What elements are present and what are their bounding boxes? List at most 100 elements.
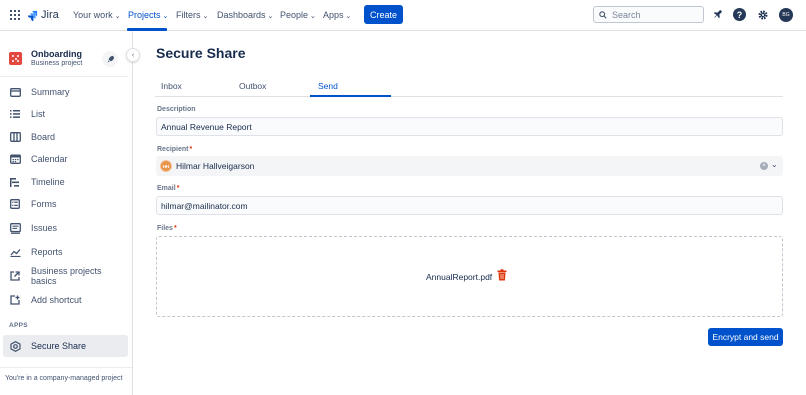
required-marker: * <box>173 225 177 232</box>
search-placeholder: Search <box>612 9 641 20</box>
sidebar-item-issues[interactable]: Issues <box>0 217 128 239</box>
collapse-sidebar-button[interactable]: ‹ <box>126 48 140 62</box>
sidebar-item-forms[interactable]: Forms <box>0 193 128 215</box>
chevron-down-icon: ⌄ <box>114 13 121 20</box>
email-label: Email* <box>157 185 179 192</box>
sidebar-item-add-shortcut[interactable]: Add shortcut <box>0 289 128 311</box>
nav-your-work[interactable]: Your work ⌄ <box>73 10 121 20</box>
forms-icon <box>9 198 21 210</box>
app-switcher-icon[interactable] <box>10 10 20 20</box>
nav-apps-label: Apps <box>323 10 344 20</box>
project-name[interactable]: Onboarding <box>31 49 82 59</box>
description-label-text: Description <box>157 106 196 113</box>
sidebar-item-business-projects-basics[interactable]: Business projects basics <box>0 265 128 287</box>
search-input[interactable]: Search <box>593 6 704 23</box>
sidebar-item-label: Forms <box>31 199 57 209</box>
active-tab-indicator <box>310 95 391 97</box>
required-marker: * <box>189 146 193 153</box>
files-label: Files* <box>157 225 177 232</box>
board-icon <box>9 131 21 143</box>
external-link-icon <box>9 270 21 282</box>
tab-outbox[interactable]: Outbox <box>239 81 266 91</box>
sidebar-item-reports[interactable]: Reports <box>0 241 128 263</box>
sidebar-item-timeline[interactable]: Timeline <box>0 171 128 193</box>
nav-people-label: People <box>280 10 309 20</box>
encrypt-and-send-button[interactable]: Encrypt and send <box>708 328 783 346</box>
sidebar-item-list[interactable]: List <box>0 103 128 125</box>
description-value: Annual Revenue Report <box>161 121 252 132</box>
sidebar-footer: You're in a company-managed project <box>0 367 132 395</box>
nav-people[interactable]: People ⌄ <box>280 10 316 20</box>
recipient-select[interactable]: HH Hilmar Hallveigarson <box>156 156 783 176</box>
description-field[interactable]: Annual Revenue Report <box>156 117 783 136</box>
nav-dashboards[interactable]: Dashboards ⌄ <box>217 10 273 20</box>
project-sidebar: Onboarding Business project Summary List… <box>0 31 133 395</box>
chevron-down-icon: ⌄ <box>267 13 274 20</box>
jira-logo-text: Jira <box>41 9 59 21</box>
clear-selection-icon[interactable]: × <box>760 162 768 170</box>
recipient-label: Recipient* <box>157 146 192 153</box>
help-icon[interactable]: ? <box>733 8 746 21</box>
project-type: Business project <box>31 60 83 67</box>
sidebar-item-label: Business projects basics <box>31 266 102 286</box>
trash-icon[interactable] <box>497 269 507 281</box>
user-avatar[interactable]: BG <box>779 8 793 22</box>
chevron-down-icon[interactable]: ⌄ <box>771 160 778 169</box>
create-button[interactable]: Create <box>364 5 403 24</box>
nav-apps[interactable]: Apps ⌄ <box>323 10 351 20</box>
secure-share-icon <box>9 340 21 352</box>
tabs-divider <box>155 96 783 97</box>
page-title: Secure Share <box>156 45 246 61</box>
settings-icon[interactable] <box>756 8 769 21</box>
sidebar-item-label: Secure Share <box>31 341 87 351</box>
jira-logo[interactable]: Jira <box>27 9 59 21</box>
chevron-down-icon: ⌄ <box>310 13 316 20</box>
chevron-down-icon: ⌄ <box>162 13 169 20</box>
notifications-icon[interactable] <box>711 8 724 21</box>
sidebar-item-label: Calendar <box>31 154 68 164</box>
sidebar-item-label: Summary <box>31 87 70 97</box>
sidebar-footer-text: You're in a company-managed project <box>5 375 123 382</box>
sidebar-item-label: Board <box>31 132 56 142</box>
top-navigation: Jira Your work ⌄ Projects ⌄ Filters ⌄ Dashb… <box>0 0 806 31</box>
issues-icon <box>9 222 21 234</box>
recipient-avatar: HH <box>160 160 172 172</box>
calendar-icon <box>9 153 21 165</box>
nav-projects[interactable]: Projects ⌄ <box>128 10 168 20</box>
reports-icon <box>9 246 21 258</box>
recipient-name: Hilmar Hallveigarson <box>176 161 255 171</box>
jira-logo-icon <box>27 10 38 21</box>
nav-projects-label: Projects <box>128 10 161 20</box>
sidebar-item-secure-share[interactable]: Secure Share <box>3 335 128 357</box>
email-label-text: Email <box>157 185 176 192</box>
recipient-label-text: Recipient <box>157 146 189 153</box>
sidebar-item-label: Reports <box>31 247 63 257</box>
sidebar-divider <box>0 76 128 77</box>
tab-inbox[interactable]: Inbox <box>161 81 182 91</box>
sidebar-item-summary[interactable]: Summary <box>0 81 128 103</box>
chevron-down-icon: ⌄ <box>345 13 352 20</box>
timeline-icon <box>9 176 21 188</box>
list-icon <box>9 108 21 120</box>
tab-send[interactable]: Send <box>318 81 338 91</box>
rocket-icon[interactable] <box>102 51 118 67</box>
sidebar-item-label: Add shortcut <box>31 295 82 305</box>
email-field[interactable]: hilmar@mailinator.com <box>156 196 783 215</box>
required-marker: * <box>176 185 180 192</box>
sidebar-item-label: Issues <box>31 223 58 233</box>
search-icon <box>599 10 607 19</box>
nav-active-indicator <box>127 28 167 31</box>
apps-heading: APPS <box>9 322 28 329</box>
nav-filters-label: Filters <box>176 10 201 20</box>
nav-filters[interactable]: Filters ⌄ <box>176 10 208 20</box>
email-value: hilmar@mailinator.com <box>161 200 248 211</box>
sidebar-item-board[interactable]: Board <box>0 126 128 148</box>
add-shortcut-icon <box>9 294 21 306</box>
project-icon <box>9 52 22 65</box>
attached-file-name: AnnualReport.pdf <box>426 272 493 282</box>
sidebar-item-calendar[interactable]: Calendar <box>0 148 128 170</box>
summary-icon <box>9 86 21 98</box>
sidebar-item-label: Timeline <box>31 177 65 187</box>
files-label-text: Files <box>157 225 173 232</box>
nav-your-work-label: Your work <box>73 10 113 20</box>
